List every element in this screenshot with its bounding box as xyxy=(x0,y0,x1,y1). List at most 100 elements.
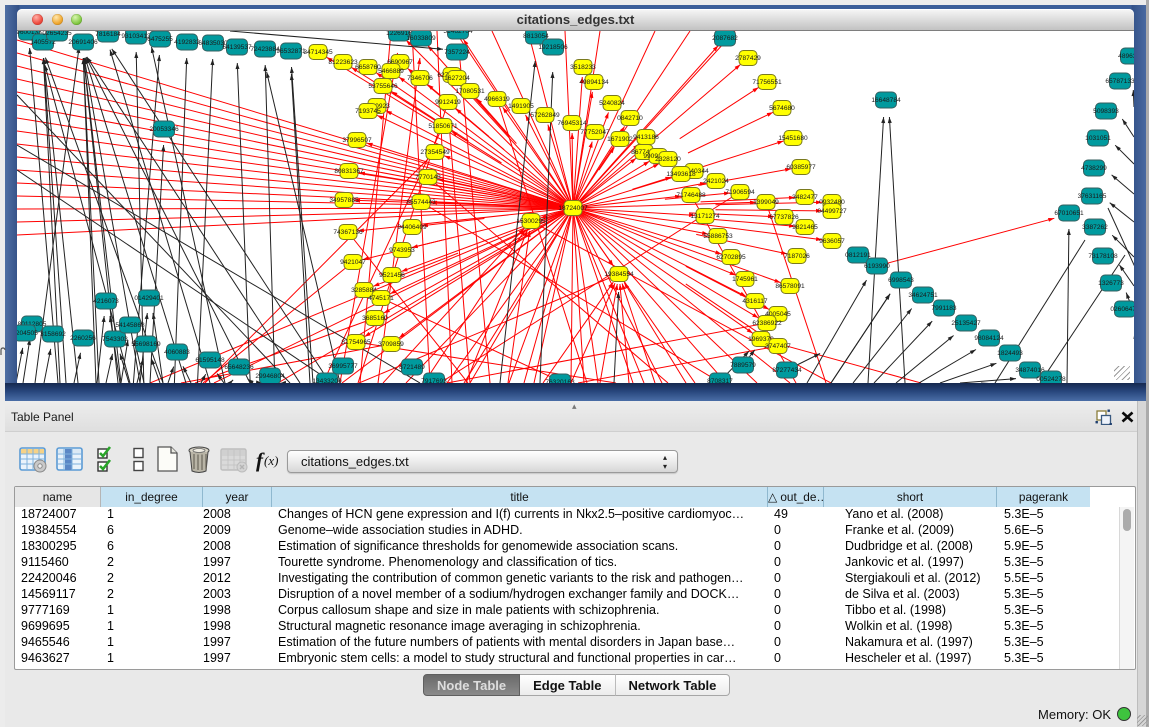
svg-text:54145868: 54145868 xyxy=(115,322,145,329)
svg-text:2787429: 2787429 xyxy=(735,55,761,62)
svg-text:02606474: 02606474 xyxy=(1110,306,1134,313)
svg-text:64139537: 64139537 xyxy=(222,44,252,51)
svg-text:18724007: 18724007 xyxy=(558,205,588,212)
svg-text:86578091: 86578091 xyxy=(775,283,805,290)
svg-text:1491905: 1491905 xyxy=(508,103,534,110)
svg-text:73178108: 73178108 xyxy=(1088,253,1118,260)
svg-text:1326773: 1326773 xyxy=(1098,280,1124,287)
svg-text:13493618: 13493618 xyxy=(666,171,696,178)
svg-text:51462704: 51462704 xyxy=(443,31,473,35)
svg-text:55886753: 55886753 xyxy=(703,233,733,240)
svg-text:00524278: 00524278 xyxy=(1036,376,1066,383)
svg-text:62702895: 62702895 xyxy=(716,254,746,261)
svg-text:20053346: 20053346 xyxy=(149,126,179,133)
svg-text:77752047: 77752047 xyxy=(580,129,610,136)
svg-text:27354549: 27354549 xyxy=(420,149,450,156)
svg-text:2087682: 2087682 xyxy=(712,35,738,42)
svg-text:8708317: 8708317 xyxy=(707,378,733,383)
svg-text:5098393: 5098393 xyxy=(1093,108,1119,115)
svg-text:7187026: 7187026 xyxy=(784,253,810,260)
svg-text:60385977: 60385977 xyxy=(786,164,816,171)
svg-text:15300295: 15300295 xyxy=(516,218,546,225)
svg-text:4745171: 4745171 xyxy=(368,295,394,302)
svg-text:19384554: 19384554 xyxy=(604,271,634,278)
svg-text:65787133: 65787133 xyxy=(1105,78,1134,85)
svg-text:81754965: 81754965 xyxy=(341,339,371,346)
svg-text:80831367: 80831367 xyxy=(334,168,364,175)
svg-text:3709859: 3709859 xyxy=(378,341,404,348)
svg-text:7346706: 7346706 xyxy=(407,75,433,82)
svg-text:2260256: 2260256 xyxy=(70,335,96,342)
svg-text:65648236: 65648236 xyxy=(224,364,254,371)
svg-text:3685160: 3685160 xyxy=(362,315,388,322)
svg-text:0812191: 0812191 xyxy=(845,252,871,259)
svg-text:29946804: 29946804 xyxy=(255,373,285,380)
svg-text:3747407: 3747407 xyxy=(765,343,791,350)
svg-text:3158692: 3158692 xyxy=(40,331,66,338)
svg-text:7991183: 7991183 xyxy=(931,305,957,312)
svg-text:62386922: 62386922 xyxy=(752,320,782,327)
svg-text:5240824: 5240824 xyxy=(599,100,625,107)
svg-text:8721489: 8721489 xyxy=(399,364,425,371)
svg-text:71906594: 71906594 xyxy=(725,189,755,196)
svg-text:1745961: 1745961 xyxy=(732,276,758,283)
svg-text:34957885: 34957885 xyxy=(329,197,359,204)
svg-text:04499727: 04499727 xyxy=(817,208,847,215)
svg-text:15451680: 15451680 xyxy=(778,135,808,142)
svg-text:9636057: 9636057 xyxy=(819,238,845,245)
svg-text:71746488: 71746488 xyxy=(676,192,706,199)
svg-text:76320163: 76320163 xyxy=(545,379,575,383)
svg-text:9421047: 9421047 xyxy=(340,259,366,266)
svg-text:96532871: 96532871 xyxy=(276,48,306,55)
svg-text:55698169: 55698169 xyxy=(131,341,161,348)
svg-text:6193990: 6193990 xyxy=(864,263,890,270)
svg-text:9521456: 9521456 xyxy=(379,272,405,279)
svg-text:5466889: 5466889 xyxy=(378,68,404,75)
svg-text:16033809: 16033809 xyxy=(406,35,436,42)
svg-text:4060883: 4060883 xyxy=(164,349,190,356)
svg-text:1824493: 1824493 xyxy=(997,350,1023,357)
svg-text:25135427: 25135427 xyxy=(951,320,981,327)
svg-text:7889579: 7889579 xyxy=(730,362,756,369)
svg-text:9413186: 9413186 xyxy=(633,134,659,141)
svg-text:7193745: 7193745 xyxy=(355,108,381,115)
svg-text:4192832: 4192832 xyxy=(174,39,200,46)
svg-text:4896383: 4896383 xyxy=(1118,53,1134,60)
svg-text:4316117: 4316117 xyxy=(742,298,768,305)
svg-text:34624751: 34624751 xyxy=(908,292,938,299)
svg-text:87277434: 87277434 xyxy=(772,367,802,374)
svg-text:3482477: 3482477 xyxy=(792,194,818,201)
svg-text:5674680: 5674680 xyxy=(769,105,795,112)
svg-text:6475255: 6475255 xyxy=(147,36,173,43)
svg-text:34874016: 34874016 xyxy=(1015,367,1045,374)
svg-text:94406409: 94406409 xyxy=(397,224,427,231)
svg-text:6204505: 6204505 xyxy=(17,330,38,337)
svg-text:9912419: 9912419 xyxy=(435,99,461,106)
svg-text:61595148: 61595148 xyxy=(195,357,225,364)
svg-text:67737826: 67737826 xyxy=(769,214,799,221)
svg-text:2328120: 2328120 xyxy=(655,156,681,163)
svg-text:9821465: 9821465 xyxy=(792,224,818,231)
svg-text:01429401: 01429401 xyxy=(134,295,164,302)
svg-text:76945314: 76945314 xyxy=(557,120,587,127)
svg-text:4738299: 4738299 xyxy=(1081,165,1107,172)
svg-text:(x): (x) xyxy=(264,453,278,468)
svg-text:0842710: 0842710 xyxy=(617,115,643,122)
svg-text:17080531: 17080531 xyxy=(455,88,485,95)
svg-text:1031051: 1031051 xyxy=(1085,135,1111,142)
svg-text:20691406: 20691406 xyxy=(68,39,98,46)
svg-text:1399049: 1399049 xyxy=(753,199,779,206)
svg-text:16648784: 16648784 xyxy=(871,97,901,104)
svg-text:7816184: 7816184 xyxy=(95,31,121,38)
svg-text:37996507: 37996507 xyxy=(342,137,372,144)
svg-text:3518233: 3518233 xyxy=(570,64,596,71)
svg-text:4216073: 4216073 xyxy=(93,298,119,305)
svg-text:36995777: 36995777 xyxy=(328,363,358,370)
svg-text:6998543: 6998543 xyxy=(888,277,914,284)
svg-text:3387262: 3387262 xyxy=(1082,224,1108,231)
svg-text:13433200: 13433200 xyxy=(312,378,342,383)
svg-text:51850671: 51850671 xyxy=(428,123,458,130)
svg-text:74367136: 74367136 xyxy=(333,229,363,236)
svg-text:53755646: 53755646 xyxy=(368,83,398,90)
svg-text:02654235: 02654235 xyxy=(42,31,72,37)
